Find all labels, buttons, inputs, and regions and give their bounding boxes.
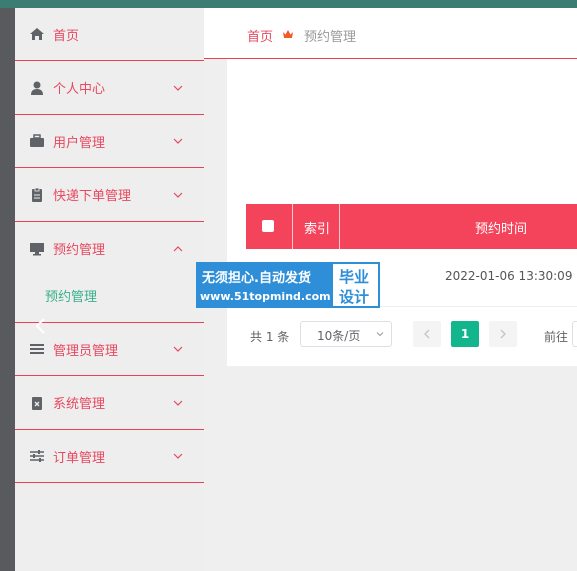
sidebar-subitem-label: 预约管理 [45, 290, 98, 305]
chevron-down-icon [173, 85, 183, 91]
sidebar-item-users[interactable]: 用户管理 [15, 115, 204, 168]
sidebar-item-home[interactable]: 首页 [15, 8, 204, 61]
column-header-index: 索引 [304, 222, 331, 237]
sliders-icon [29, 448, 45, 464]
chevron-down-icon [173, 453, 183, 459]
chevron-down-icon [173, 346, 183, 352]
chevron-down-icon [173, 138, 183, 144]
breadcrumb-current: 预约管理 [304, 30, 357, 45]
watermark-line2: www.51topmind.com [200, 290, 331, 303]
top-bar [0, 0, 577, 8]
pagination: 共 1 条 10条/页 1 前往 [250, 321, 577, 351]
clipboard-x-icon [29, 395, 45, 411]
column-divider [339, 204, 340, 249]
sidebar-item-personal[interactable]: 个人中心 [15, 61, 204, 115]
crown-icon [283, 30, 293, 38]
sidebar-item-label: 系统管理 [53, 397, 106, 412]
select-all-checkbox[interactable] [262, 220, 274, 232]
person-icon [29, 80, 45, 96]
prev-page-button[interactable] [413, 321, 441, 347]
pagination-goto-label: 前往 [544, 330, 569, 344]
watermark-badge: 无须担心.自动发货 www.51topmind.com 毕业 设计 [196, 262, 380, 308]
sidebar-item-express[interactable]: 快递下单管理 [15, 168, 204, 222]
chevron-down-icon [376, 332, 384, 337]
sidebar-item-system[interactable]: 系统管理 [15, 376, 204, 430]
briefcase-icon [29, 133, 45, 149]
sidebar-item-label: 订单管理 [53, 450, 106, 466]
collapse-sidebar-icon[interactable] [33, 316, 47, 336]
watermark-left: 无须担心.自动发货 www.51topmind.com [196, 262, 331, 308]
next-page-button[interactable] [489, 321, 517, 347]
breadcrumb-home[interactable]: 首页 [247, 26, 273, 45]
watermark-line1: 无须担心.自动发货 [202, 271, 311, 286]
column-header-time: 预约时间 [475, 222, 528, 237]
chevron-down-icon [173, 400, 183, 406]
chevron-up-icon [173, 245, 183, 251]
page-size-value: 10条/页 [317, 329, 361, 343]
left-strip [0, 8, 15, 571]
sidebar-item-label: 个人中心 [53, 82, 106, 97]
monitor-icon [29, 241, 45, 257]
sidebar-item-label: 管理员管理 [53, 343, 119, 359]
column-divider [292, 204, 293, 249]
table-header: 索引 预约时间 [246, 204, 577, 249]
list-icon [29, 341, 45, 357]
breadcrumb: 首页 预约管理 [204, 8, 577, 59]
clipboard-icon [29, 187, 45, 203]
watermark-right-bottom: 设计 [339, 288, 370, 306]
sidebar-item-label: 首页 [53, 28, 80, 44]
sidebar-item-label: 用户管理 [53, 135, 106, 151]
watermark-right-top: 毕业 [339, 268, 370, 286]
chevron-down-icon [173, 192, 183, 198]
sidebar: 首页 个人中心 用户管理 快递下单管理 预约管理 预约管理 管理员管理 系统管理… [15, 8, 204, 571]
sidebar-item-orders[interactable]: 订单管理 [15, 430, 204, 483]
page-size-select[interactable]: 10条/页 [300, 321, 392, 347]
sidebar-item-label: 快递下单管理 [53, 189, 132, 204]
home-icon [29, 26, 45, 42]
sidebar-item-reservation[interactable]: 预约管理 [15, 222, 204, 275]
sidebar-item-label: 预约管理 [53, 243, 106, 258]
chevron-left-icon [424, 329, 430, 339]
page-jump-input[interactable] [572, 321, 577, 347]
watermark-right: 毕业 设计 [331, 262, 380, 308]
sidebar-subitem-reservation[interactable]: 预约管理 [15, 269, 204, 323]
page-button-current[interactable]: 1 [451, 321, 479, 347]
pagination-total: 共 1 条 [250, 330, 290, 344]
chevron-right-icon [500, 329, 506, 339]
content-panel: 索引 预约时间 2022-01-06 13:30:09 共 1 条 10条/页 … [227, 59, 577, 366]
cell-time: 2022-01-06 13:30:09 [445, 269, 573, 283]
